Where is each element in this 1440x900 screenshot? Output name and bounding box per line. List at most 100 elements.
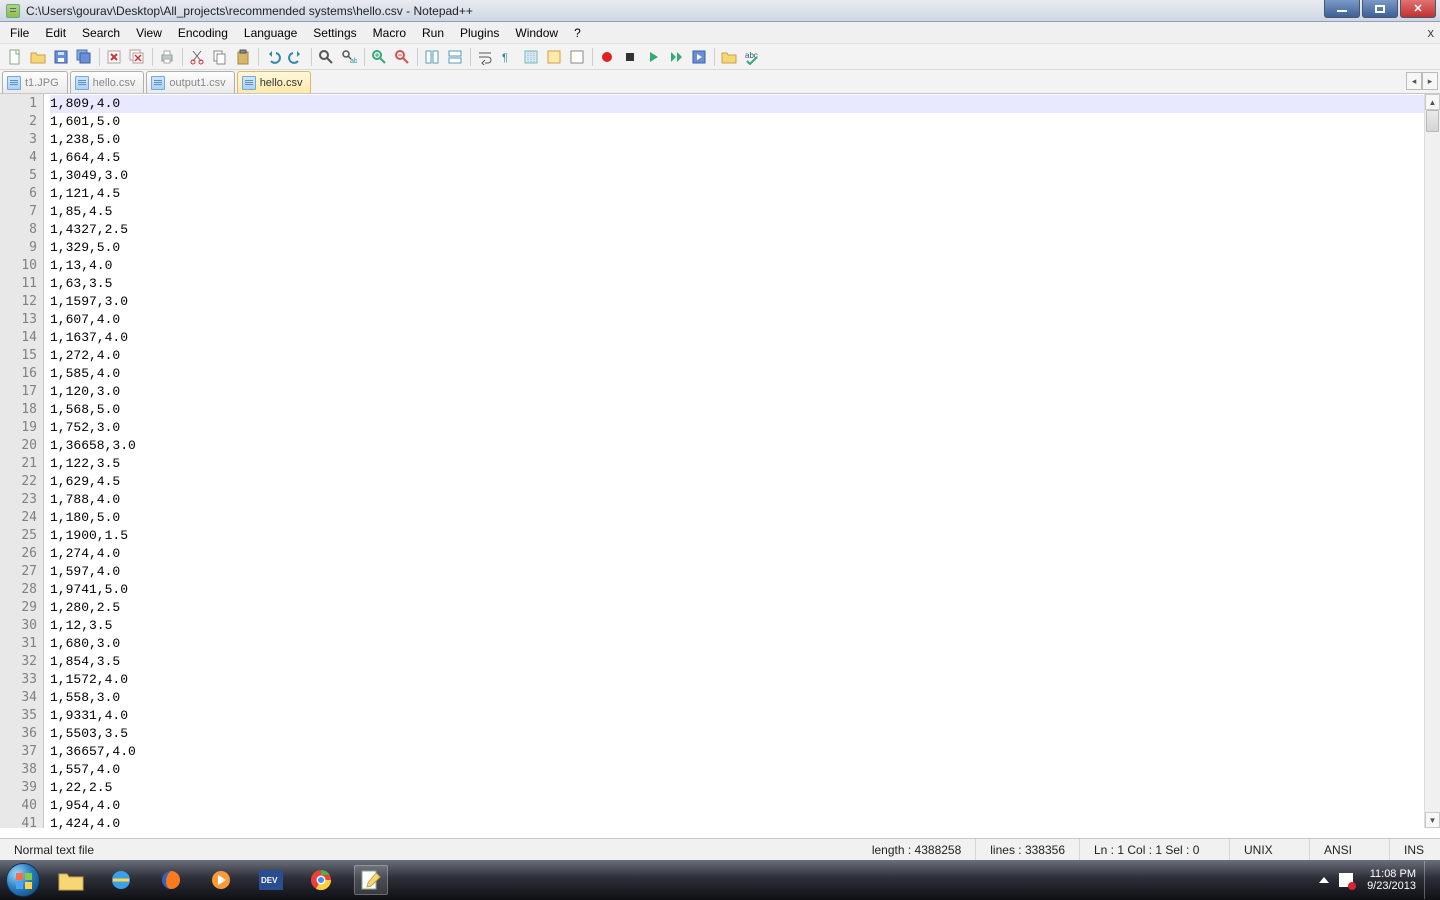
tray-clock[interactable]: 11:08 PM 9/23/2013 — [1367, 868, 1416, 892]
code-line[interactable]: 1,1637,4.0 — [50, 329, 1440, 347]
code-line[interactable]: 1,597,4.0 — [50, 563, 1440, 581]
word-wrap-button[interactable] — [474, 46, 496, 68]
new-file-button[interactable] — [4, 46, 26, 68]
code-line[interactable]: 1,63,3.5 — [50, 275, 1440, 293]
close-file-button[interactable] — [103, 46, 125, 68]
code-line[interactable]: 1,180,5.0 — [50, 509, 1440, 527]
zoom-in-button[interactable] — [368, 46, 390, 68]
tab-scroll-right-button[interactable]: ▸ — [1422, 72, 1438, 90]
cut-button[interactable] — [186, 46, 208, 68]
redo-button[interactable] — [285, 46, 307, 68]
code-line[interactable]: 1,274,4.0 — [50, 545, 1440, 563]
code-line[interactable]: 1,1597,3.0 — [50, 293, 1440, 311]
show-desktop-button[interactable] — [1424, 861, 1434, 899]
code-line[interactable]: 1,329,5.0 — [50, 239, 1440, 257]
tab-hello-csv-1[interactable]: hello.csv — [70, 71, 145, 93]
code-line[interactable]: 1,1572,4.0 — [50, 671, 1440, 689]
taskbar-explorer-button[interactable] — [46, 860, 96, 900]
editor-area[interactable]: 1234567891011121314151617181920212223242… — [0, 94, 1440, 828]
taskbar-notepadpp-button[interactable] — [346, 860, 396, 900]
menu-encoding[interactable]: Encoding — [170, 23, 236, 43]
spell-check-button[interactable]: abc — [741, 46, 763, 68]
code-line[interactable]: 1,558,3.0 — [50, 689, 1440, 707]
menu-macro[interactable]: Macro — [365, 23, 414, 43]
save-all-button[interactable] — [73, 46, 95, 68]
maximize-button[interactable] — [1362, 0, 1398, 18]
taskbar-firefox-button[interactable] — [146, 860, 196, 900]
vertical-scrollbar[interactable]: ▲ ▼ — [1424, 94, 1440, 828]
code-line[interactable]: 1,272,4.0 — [50, 347, 1440, 365]
menu-file[interactable]: File — [2, 23, 37, 43]
scroll-up-button[interactable]: ▲ — [1425, 94, 1440, 110]
code-line[interactable]: 1,568,5.0 — [50, 401, 1440, 419]
tray-show-hidden-button[interactable] — [1319, 877, 1329, 883]
menu-help[interactable]: ? — [566, 23, 589, 43]
macro-play-multi-button[interactable] — [665, 46, 687, 68]
indent-guide-button[interactable] — [520, 46, 542, 68]
undo-button[interactable] — [262, 46, 284, 68]
code-line[interactable]: 1,9741,5.0 — [50, 581, 1440, 599]
user-lang-button[interactable] — [543, 46, 565, 68]
sync-vscroll-button[interactable] — [421, 46, 443, 68]
taskbar-wmp-button[interactable] — [196, 860, 246, 900]
scroll-down-button[interactable]: ▼ — [1425, 812, 1440, 828]
code-line[interactable]: 1,629,4.5 — [50, 473, 1440, 491]
code-line[interactable]: 1,4327,2.5 — [50, 221, 1440, 239]
taskbar-chrome-button[interactable] — [296, 860, 346, 900]
replace-button[interactable]: ab — [338, 46, 360, 68]
code-line[interactable]: 1,121,4.5 — [50, 185, 1440, 203]
tab-t1-jpg[interactable]: t1.JPG — [2, 71, 68, 93]
menu-view[interactable]: View — [128, 23, 170, 43]
menu-language[interactable]: Language — [236, 23, 305, 43]
sync-hscroll-button[interactable] — [444, 46, 466, 68]
copy-button[interactable] — [209, 46, 231, 68]
code-line[interactable]: 1,1900,1.5 — [50, 527, 1440, 545]
code-line[interactable]: 1,664,4.5 — [50, 149, 1440, 167]
code-line[interactable]: 1,788,4.0 — [50, 491, 1440, 509]
code-line[interactable]: 1,280,2.5 — [50, 599, 1440, 617]
code-line[interactable]: 1,36658,3.0 — [50, 437, 1440, 455]
menu-edit[interactable]: Edit — [37, 23, 74, 43]
code-line[interactable]: 1,85,4.5 — [50, 203, 1440, 221]
paste-button[interactable] — [232, 46, 254, 68]
code-line[interactable]: 1,752,3.0 — [50, 419, 1440, 437]
code-line[interactable]: 1,120,3.0 — [50, 383, 1440, 401]
code-line[interactable]: 1,3049,3.0 — [50, 167, 1440, 185]
code-line[interactable]: 1,424,4.0 — [50, 815, 1440, 833]
macro-stop-button[interactable] — [619, 46, 641, 68]
start-button[interactable] — [0, 860, 46, 900]
code-line[interactable]: 1,238,5.0 — [50, 131, 1440, 149]
code-line[interactable]: 1,607,4.0 — [50, 311, 1440, 329]
code-line[interactable]: 1,601,5.0 — [50, 113, 1440, 131]
code-line[interactable]: 1,680,3.0 — [50, 635, 1440, 653]
code-line[interactable]: 1,854,3.5 — [50, 653, 1440, 671]
scroll-thumb[interactable] — [1426, 110, 1439, 132]
code-line[interactable]: 1,12,3.5 — [50, 617, 1440, 635]
taskbar-ie-button[interactable] — [96, 860, 146, 900]
minimize-button[interactable] — [1324, 0, 1360, 18]
code-line[interactable]: 1,13,4.0 — [50, 257, 1440, 275]
code-line[interactable]: 1,9331,4.0 — [50, 707, 1440, 725]
tab-scroll-left-button[interactable]: ◂ — [1406, 72, 1422, 90]
show-folder-button[interactable] — [718, 46, 740, 68]
code-line[interactable]: 1,954,4.0 — [50, 797, 1440, 815]
menu-settings[interactable]: Settings — [305, 23, 364, 43]
macro-record-button[interactable] — [596, 46, 618, 68]
menu-plugins[interactable]: Plugins — [452, 23, 507, 43]
menu-search[interactable]: Search — [74, 23, 128, 43]
code-editor[interactable]: 1,809,4.01,601,5.01,238,5.01,664,4.51,30… — [44, 94, 1440, 828]
find-button[interactable] — [315, 46, 337, 68]
doc-map-button[interactable] — [566, 46, 588, 68]
code-line[interactable]: 1,36657,4.0 — [50, 743, 1440, 761]
close-window-button[interactable]: ✕ — [1400, 0, 1436, 18]
code-line[interactable]: 1,22,2.5 — [50, 779, 1440, 797]
menu-window[interactable]: Window — [507, 23, 566, 43]
scroll-track[interactable] — [1425, 110, 1440, 812]
macro-save-button[interactable] — [688, 46, 710, 68]
macro-play-button[interactable] — [642, 46, 664, 68]
tab-hello-csv-2[interactable]: hello.csv — [237, 71, 312, 93]
code-line[interactable]: 1,5503,3.5 — [50, 725, 1440, 743]
print-button[interactable] — [156, 46, 178, 68]
action-center-icon[interactable] — [1339, 873, 1353, 887]
code-line[interactable]: 1,809,4.0 — [50, 95, 1440, 113]
